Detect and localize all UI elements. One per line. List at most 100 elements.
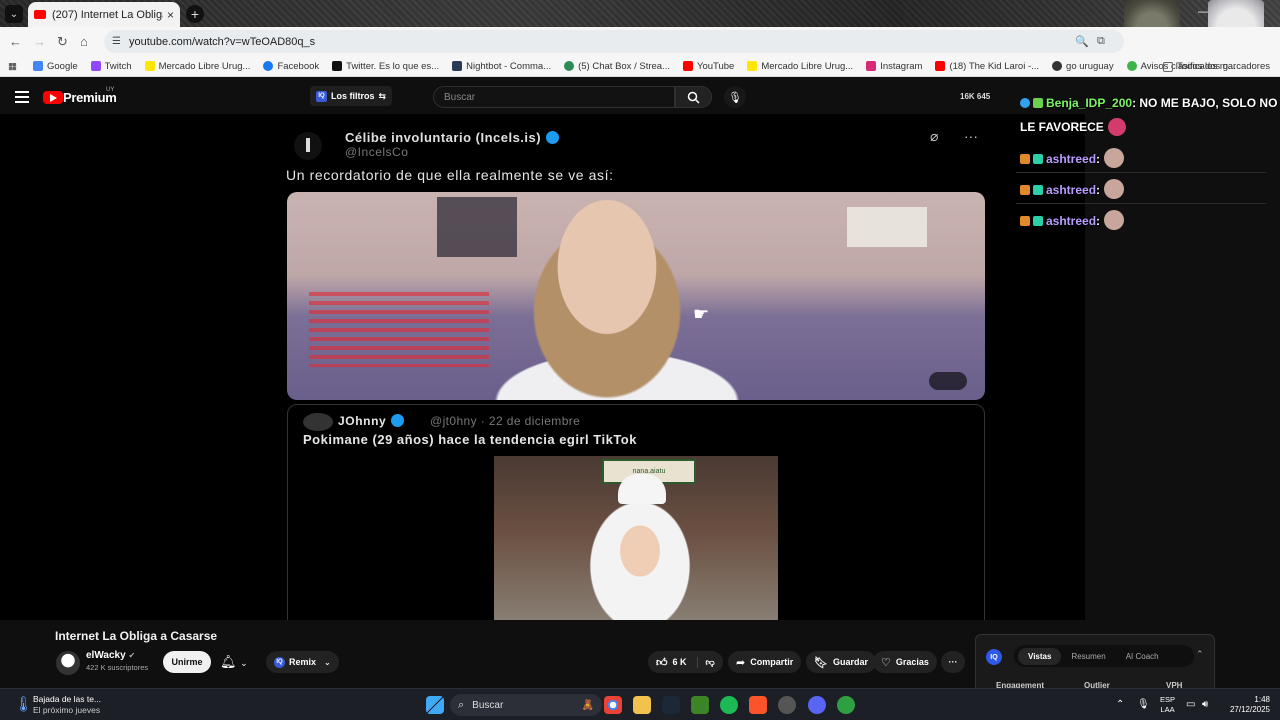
verified-check-icon: ✔ (128, 651, 136, 660)
iq-icon: IQ (274, 656, 285, 668)
taskbar-search[interactable]: ⌕ Buscar 🧸 (450, 694, 602, 716)
weather-subtitle[interactable]: El próximo jueves (33, 705, 100, 715)
video-info: Internet La Obliga a Casarse elWacky ✔ 4… (0, 620, 1280, 704)
settings-icon[interactable] (778, 696, 796, 714)
forward-icon[interactable]: → (33, 34, 46, 49)
steam-icon[interactable] (662, 696, 680, 714)
back-icon[interactable]: ← (9, 34, 22, 49)
tab-search-button[interactable]: ⌄ (5, 5, 23, 23)
notification-bell-icon[interactable]: 🔔︎ ⌄ (220, 654, 248, 670)
chat-emote-icon (1107, 118, 1126, 136)
quoted-tweet: JOhnny @jt0hny · 22 de diciembre Pokiman… (287, 404, 985, 620)
chrome-icon[interactable] (604, 696, 622, 714)
search-highlight-icon: 🧸 (581, 699, 594, 711)
bookmark-google[interactable]: Google (32, 61, 78, 72)
omnibox-url[interactable]: youtube.com/watch?v=wTeOAD80q_s (129, 36, 315, 48)
collapse-icon[interactable]: ⌃ (1196, 649, 1204, 660)
filters-button[interactable]: IQ Los filtros ⇆ (310, 86, 393, 106)
bookmark-youtube[interactable]: YouTube (682, 61, 734, 72)
channel-name[interactable]: elWacky ✔ (86, 650, 135, 661)
heart-dollar-icon: ♡ (881, 656, 891, 669)
chat-badge-icon (1033, 154, 1043, 164)
volume-icon[interactable]: 🔊︎ (1202, 699, 1208, 710)
bookmark-mercadolibre-2[interactable]: Mercado Libre Urug... (747, 61, 853, 72)
quoted-tweet-text: Pokimane (29 años) hace la tendencia egi… (303, 432, 637, 447)
new-tab-button[interactable]: + (186, 5, 204, 23)
chat-message: ashtreed: (1020, 210, 1125, 230)
tab-close-button[interactable]: × (167, 8, 174, 22)
thanks-button[interactable]: ♡ Gracias (873, 651, 937, 673)
more-actions-button[interactable]: ··· (941, 651, 965, 673)
chevron-up-icon[interactable]: ⌃ (1116, 699, 1124, 710)
quoted-photo: nana.aiatu (494, 456, 778, 620)
left-margin (0, 114, 186, 620)
channel-stats: 16K 645 (960, 92, 991, 101)
chatbox-icon (564, 61, 575, 71)
like-button[interactable]: 👍︎ 6 K 👎︎ (648, 651, 723, 673)
file-explorer-icon[interactable] (633, 696, 651, 714)
channel-avatar[interactable] (56, 651, 80, 675)
weather-title[interactable]: Bajada de las te... (33, 694, 101, 704)
subscriber-count: 422 K suscriptores (86, 663, 149, 672)
youtube-logo-icon[interactable] (43, 91, 63, 104)
install-app-icon[interactable]: ⧉ (1097, 35, 1105, 48)
spotify-icon[interactable] (720, 696, 738, 714)
x-twitter-icon (332, 61, 343, 71)
bookmark-nightbot[interactable]: Nightbot - Comma... (452, 61, 551, 72)
verified-badge-icon (391, 414, 405, 427)
nightbot-icon (452, 61, 463, 71)
verified-badge-icon (546, 131, 560, 144)
browser-tab-active[interactable]: (207) Internet La Obliga a Casarse × (28, 2, 180, 27)
app-icon[interactable] (837, 696, 855, 714)
bookmark-kid-laroi[interactable]: (18) The Kid Laroi -... (935, 61, 1039, 72)
bookmark-twitch[interactable]: Twitch (90, 61, 132, 72)
search-button[interactable] (675, 86, 712, 108)
microphone-icon[interactable]: 🎙 (724, 86, 746, 108)
language-indicator[interactable]: ESP LAA (1160, 695, 1175, 715)
clock[interactable]: 1:48 27/12/2025 (1226, 695, 1270, 715)
network-icon[interactable]: ▭ (1186, 699, 1195, 710)
photo-background-shelf (437, 197, 517, 257)
instagram-icon (866, 61, 877, 71)
video-player[interactable]: Célibe involuntario (Incels.is) @IncelsC… (186, 114, 1085, 620)
bookmark-mercadolibre[interactable]: Mercado Libre Urug... (144, 61, 250, 72)
brave-icon[interactable] (749, 696, 767, 714)
chat-emote-icon (1104, 210, 1125, 230)
more-options-icon: ··· (964, 128, 978, 144)
thermometer-icon[interactable]: 🌡︎ (14, 695, 33, 713)
site-info-icon[interactable]: ☰ (112, 36, 121, 47)
bookmark-go-uruguay[interactable]: go uruguay (1052, 61, 1114, 72)
chevron-down-icon[interactable]: ⌄ (240, 658, 248, 668)
zoom-icon[interactable]: 🔍 (1075, 35, 1089, 48)
share-button[interactable]: ➦ Compartir (728, 651, 802, 673)
folder-icon (1163, 61, 1174, 72)
save-button[interactable]: 🔖︎ Guardar (806, 651, 876, 673)
media-badge-icon (929, 372, 967, 390)
tab-resumen[interactable]: Resumen (1061, 648, 1115, 665)
bookmark-chatbox[interactable]: (5) Chat Box / Strea... (564, 61, 670, 72)
discord-icon[interactable] (808, 696, 826, 714)
windows-taskbar: 🌡︎ Bajada de las te... El próximo jueves… (0, 688, 1280, 720)
join-button[interactable]: Unirme (163, 651, 211, 673)
bookmark-instagram[interactable]: Instagram (866, 61, 922, 72)
apps-grid-icon[interactable]: ▦ (8, 61, 17, 72)
thumbs-down-icon[interactable]: 👎︎ (696, 656, 715, 668)
bookmark-twitter[interactable]: Twitter. Es lo que es... (332, 61, 439, 72)
menu-icon[interactable] (15, 91, 29, 106)
tab-vistas[interactable]: Vistas (1018, 647, 1062, 665)
home-icon[interactable]: ⌂ (80, 34, 88, 49)
all-bookmarks-folder[interactable]: Todos los marcadores (1163, 61, 1270, 72)
filters-label: Los filtros (331, 91, 375, 101)
search-input[interactable]: Buscar (433, 86, 675, 108)
microphone-tray-icon[interactable]: 🎙︎ (1137, 699, 1150, 710)
stream-chat-overlay: Benja_IDP_200: NO ME BAJO, SOLO NO LE FA… (1016, 92, 1280, 238)
bookmark-facebook[interactable]: Facebook (263, 61, 319, 72)
omnibox[interactable]: ☰ youtube.com/watch?v=wTeOAD80q_s (104, 30, 1124, 53)
xbox-icon[interactable] (691, 696, 709, 714)
tab-ai-coach[interactable]: AI Coach (1116, 648, 1169, 665)
windows-start-icon[interactable] (426, 696, 444, 714)
tweet-text: Un recordatorio de que ella realmente se… (286, 167, 614, 183)
reload-icon[interactable]: ↻ (57, 34, 68, 50)
chat-badge-icon (1033, 98, 1043, 108)
remix-button[interactable]: IQ Remix ⌄ (266, 651, 339, 673)
